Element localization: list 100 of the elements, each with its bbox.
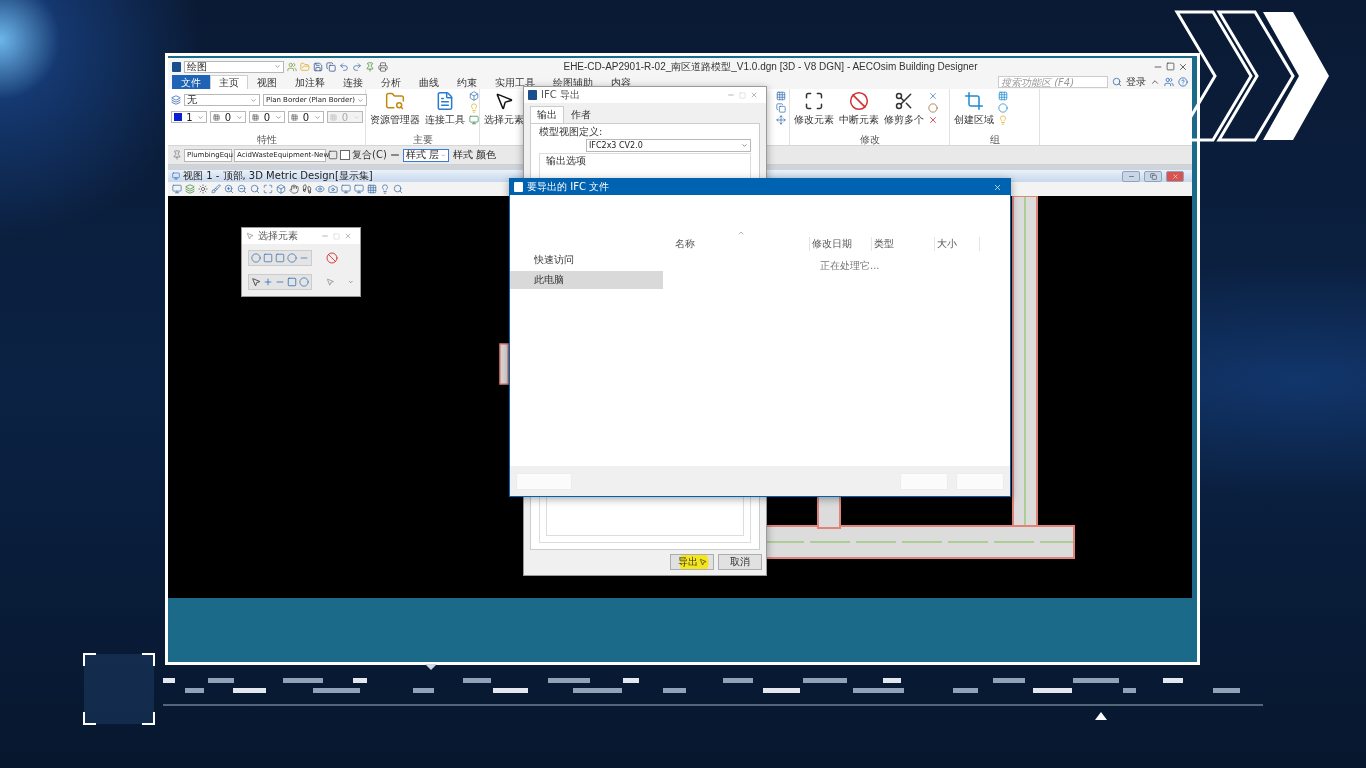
caret-icon[interactable] xyxy=(441,151,446,159)
add-icon[interactable] xyxy=(263,277,273,287)
resize-icon[interactable] xyxy=(804,91,824,111)
invert-icon[interactable] xyxy=(287,277,297,287)
region-icon[interactable] xyxy=(964,91,984,111)
redo-icon[interactable] xyxy=(352,61,362,72)
select-tool-icon[interactable] xyxy=(246,232,254,240)
style-dropdown[interactable]: 样式 层 xyxy=(402,148,449,162)
light-icon[interactable] xyxy=(380,184,390,194)
cube-icon[interactable] xyxy=(469,91,479,101)
ribbon-tab[interactable]: 分析 xyxy=(372,75,410,89)
pin-icon[interactable] xyxy=(172,150,182,160)
close-icon[interactable] xyxy=(993,182,1002,192)
attribute-dropdown[interactable]: 0 xyxy=(210,111,246,123)
undo-icon[interactable] xyxy=(339,61,349,72)
caret-icon[interactable] xyxy=(741,142,748,149)
layers-icon[interactable] xyxy=(171,95,181,105)
view-icon[interactable] xyxy=(172,172,180,180)
grid-icon[interactable] xyxy=(776,91,786,101)
workflow-dropdown[interactable]: 绘图 xyxy=(184,60,284,73)
sort-icon[interactable] xyxy=(737,229,745,237)
monitor-icon[interactable] xyxy=(469,115,479,125)
model-view-dropdown[interactable]: IFC2x3 CV2.0 xyxy=(586,139,751,152)
copy-icon[interactable] xyxy=(776,103,786,113)
layers-icon[interactable] xyxy=(185,184,195,194)
caret-icon[interactable] xyxy=(236,113,243,121)
folder-icon[interactable] xyxy=(300,61,310,72)
level-dropdown[interactable]: 无 xyxy=(184,94,260,106)
clear-icon[interactable] xyxy=(299,277,309,287)
individual-icon[interactable] xyxy=(251,253,261,263)
shape-icon[interactable] xyxy=(275,253,285,263)
pointer-icon[interactable] xyxy=(251,277,261,287)
caret-icon[interactable] xyxy=(250,96,257,104)
ribbon-tab[interactable]: 曲线 xyxy=(410,75,448,89)
pan-icon[interactable] xyxy=(289,184,299,194)
help-icon[interactable] xyxy=(1178,77,1188,87)
caret-icon[interactable] xyxy=(357,96,364,104)
minimize-icon[interactable] xyxy=(321,232,329,240)
camera-icon[interactable] xyxy=(328,184,338,194)
caret-icon[interactable] xyxy=(274,63,281,70)
caret-icon[interactable] xyxy=(197,113,204,121)
column-header[interactable]: 修改日期 xyxy=(810,237,872,251)
ribbon-tab[interactable]: 视图 xyxy=(248,75,286,89)
close-icon[interactable] xyxy=(1178,61,1188,72)
ribbon-tab[interactable]: 主页 xyxy=(210,75,248,89)
select-all-icon[interactable] xyxy=(326,276,335,288)
attribute-icon[interactable] xyxy=(291,113,298,121)
nav-item[interactable]: 快速访问 xyxy=(510,251,663,269)
zoom-window-icon[interactable] xyxy=(250,184,260,194)
ribbon-button[interactable]: 资源管理器 xyxy=(369,91,421,127)
scissors-icon[interactable] xyxy=(894,91,914,111)
sun-icon[interactable] xyxy=(198,184,208,194)
target-icon[interactable] xyxy=(998,103,1008,113)
view-minimize-button[interactable] xyxy=(1122,170,1140,182)
column-header[interactable]: 名称 xyxy=(673,237,810,251)
nav-item[interactable]: 此电脑 xyxy=(510,271,663,289)
pin-icon[interactable] xyxy=(365,61,375,72)
circle-icon[interactable] xyxy=(928,103,938,113)
cross-icon[interactable] xyxy=(928,91,938,101)
caret-icon[interactable] xyxy=(348,278,354,286)
save-icon[interactable] xyxy=(313,61,323,72)
zoom-out-icon[interactable] xyxy=(237,184,247,194)
move-icon[interactable] xyxy=(776,115,786,125)
block-icon[interactable] xyxy=(263,253,273,263)
ribbon-button[interactable]: 修改元素 xyxy=(793,91,835,127)
eye-icon[interactable] xyxy=(315,184,325,194)
login-link[interactable]: 登录 xyxy=(1126,75,1146,89)
folder-search-icon[interactable] xyxy=(385,91,405,111)
minimize-icon[interactable] xyxy=(727,91,735,99)
document-icon[interactable] xyxy=(435,91,455,111)
dialog-button[interactable]: 取消 xyxy=(718,554,762,570)
bulb-icon[interactable] xyxy=(998,115,1008,125)
ribbon-button[interactable]: 创建区域 xyxy=(953,91,995,127)
dialog-tab[interactable]: 输出 xyxy=(530,106,564,123)
inspect-icon[interactable] xyxy=(393,184,403,194)
community-icon[interactable] xyxy=(1164,77,1174,87)
attribute-dropdown[interactable]: 0 xyxy=(249,111,285,123)
bulb-icon[interactable] xyxy=(469,103,479,113)
restore-icon[interactable] xyxy=(1149,172,1157,180)
attribute-icon[interactable] xyxy=(213,113,220,121)
walk-icon[interactable] xyxy=(302,184,312,194)
view-restore-button[interactable] xyxy=(1144,170,1162,182)
rotate-view-icon[interactable] xyxy=(276,184,286,194)
search-icon[interactable] xyxy=(1112,77,1122,87)
user-icon[interactable] xyxy=(287,61,297,72)
maximize-icon[interactable] xyxy=(1166,62,1175,71)
ribbon-button[interactable]: 中断元素 xyxy=(838,91,880,127)
view-next-icon[interactable] xyxy=(354,184,364,194)
circle-icon[interactable] xyxy=(287,253,297,263)
column-header[interactable]: 类型 xyxy=(872,237,935,251)
break-icon[interactable] xyxy=(849,91,869,111)
ribbon-tab[interactable]: 文件 xyxy=(172,75,210,89)
view-attributes-icon[interactable] xyxy=(172,184,182,194)
select-element-button[interactable]: 选择元素 xyxy=(483,91,525,127)
ribbon-tab[interactable]: 加注释 xyxy=(286,75,334,89)
deselect-icon[interactable] xyxy=(326,252,338,264)
attribute-dropdown[interactable]: 0 xyxy=(288,111,324,123)
window-icon[interactable] xyxy=(328,150,338,160)
ribbon-tab[interactable]: 连接 xyxy=(334,75,372,89)
arrow-pointer-icon[interactable] xyxy=(494,91,514,111)
